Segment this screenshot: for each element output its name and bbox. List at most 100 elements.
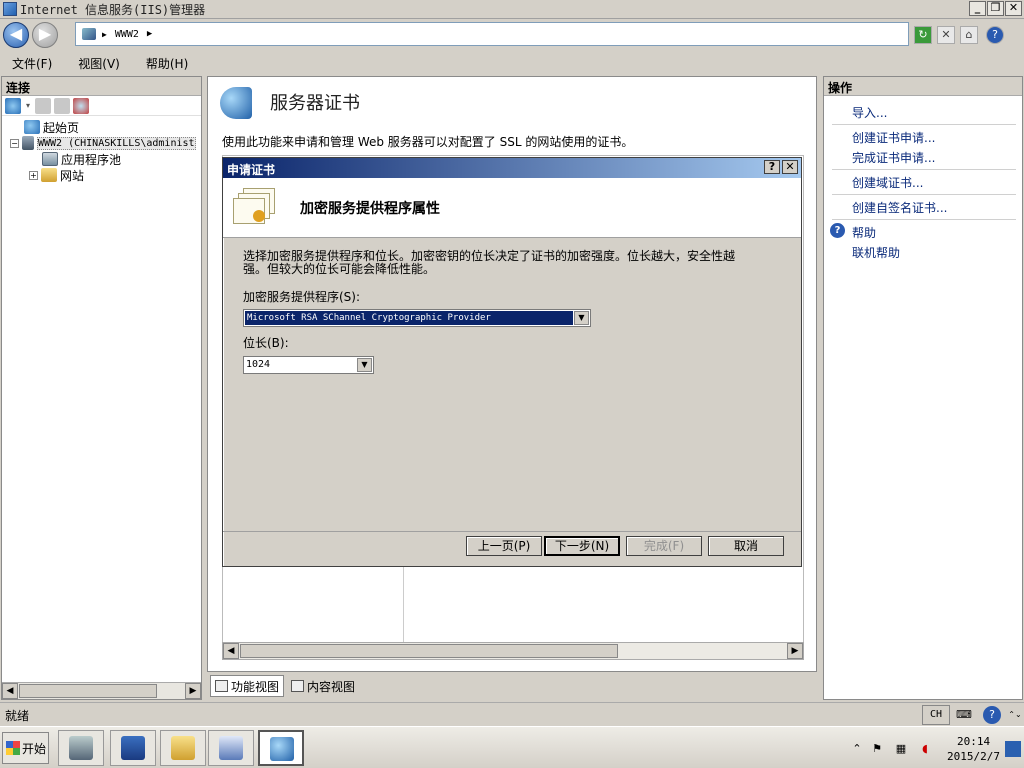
- tree-item-server[interactable]: − WWW2 (CHINASKILLS\administ: [2, 135, 201, 151]
- input-language-indicator[interactable]: CH: [922, 705, 950, 725]
- keyboard-icon[interactable]: ⌨: [955, 706, 973, 724]
- collapse-icon[interactable]: −: [10, 138, 19, 148]
- status-bar: 就绪 CH ⌨ ? ⌃⌄: [0, 702, 1024, 726]
- up-icon[interactable]: [54, 97, 70, 114]
- dialog-heading: 加密服务提供程序属性: [300, 201, 440, 217]
- scroll-right-icon[interactable]: ▶: [185, 683, 201, 699]
- options-icon[interactable]: ⌃⌄: [1006, 706, 1024, 724]
- finish-button[interactable]: 完成(F): [626, 536, 702, 556]
- next-button[interactable]: 下一步(N): [544, 536, 620, 556]
- dialog-titlebar: 申请证书 ? ✕: [223, 158, 801, 178]
- stop-icon[interactable]: ✕: [937, 26, 955, 44]
- dialog-body: 选择加密服务提供程序和位长。加密密钥的位长决定了证书的加密强度。位长越大，安全性…: [223, 238, 801, 528]
- help-dropdown-icon[interactable]: ?: [986, 26, 1004, 44]
- taskbar-iis-manager[interactable]: [258, 730, 304, 766]
- close-button[interactable]: ✕: [1005, 1, 1022, 16]
- action-complete-request[interactable]: 完成证书申请...: [852, 149, 935, 166]
- connections-tree: 起始页 − WWW2 (CHINASKILLS\administ 应用程序池 +…: [2, 116, 201, 183]
- previous-button[interactable]: 上一页(P): [466, 536, 542, 556]
- network-icon[interactable]: ▦: [893, 741, 909, 757]
- show-desktop-icon[interactable]: [1005, 741, 1021, 757]
- dialog-title: 申请证书: [227, 163, 276, 177]
- taskbar: 开始 ⌃ ⚑ ▦ ◖ 20:14 2015/2/7: [0, 726, 1024, 768]
- action-online-help[interactable]: 联机帮助: [852, 244, 900, 261]
- scroll-left-icon[interactable]: ◀: [223, 643, 239, 659]
- home-icon[interactable]: ⌂: [960, 26, 978, 44]
- actions-header: 操作: [824, 77, 1022, 96]
- action-import[interactable]: 导入...: [852, 104, 887, 121]
- taskbar-server-manager[interactable]: [58, 730, 104, 766]
- tree-item-start-page[interactable]: 起始页: [2, 119, 201, 135]
- start-button[interactable]: 开始: [2, 732, 49, 764]
- windows-logo-icon: [6, 741, 20, 755]
- disconnect-icon[interactable]: [73, 97, 89, 114]
- start-page-icon: [24, 120, 40, 134]
- help-icon[interactable]: ?: [983, 706, 1001, 724]
- bit-length-label: 位长(B):: [243, 336, 289, 350]
- menu-bar: 文件(F) 视图(V) 帮助(H): [0, 51, 1024, 75]
- action-help[interactable]: 帮助: [852, 224, 876, 241]
- divider: [832, 124, 1016, 125]
- address-crumb-www2[interactable]: WWW2: [115, 29, 139, 40]
- taskbar-explorer[interactable]: [160, 730, 206, 766]
- dialog-description: 选择加密服务提供程序和位长。加密密钥的位长决定了证书的加密强度。位长越大，安全性…: [243, 249, 736, 276]
- bit-length-select[interactable]: 1024 ▼: [243, 356, 374, 374]
- content-view-icon: [291, 680, 305, 692]
- connect-icon[interactable]: [5, 97, 21, 114]
- app-pool-icon: [42, 152, 58, 166]
- sites-folder-icon: [41, 168, 57, 182]
- dialog-help-button[interactable]: ?: [764, 160, 780, 174]
- tree-item-app-pools[interactable]: 应用程序池: [2, 151, 201, 167]
- provider-selected-value: Microsoft RSA SChannel Cryptographic Pro…: [245, 311, 573, 325]
- action-create-self-signed[interactable]: 创建自签名证书...: [852, 199, 947, 216]
- clock-date[interactable]: 2015/2/7: [947, 750, 1000, 763]
- scroll-left-icon[interactable]: ◀: [2, 683, 18, 699]
- tree-item-sites[interactable]: + 网站: [2, 167, 201, 183]
- chevron-down-icon[interactable]: ▾: [24, 98, 32, 114]
- request-certificate-dialog: 申请证书 ? ✕ 加密服务提供程序属性 选择加密服务提供程序和位长。加密密钥的位…: [222, 157, 802, 567]
- connections-header: 连接: [2, 77, 201, 96]
- scroll-thumb[interactable]: [19, 684, 157, 698]
- dialog-close-button[interactable]: ✕: [782, 160, 798, 174]
- address-separator[interactable]: ▶: [147, 29, 152, 39]
- feature-description: 使用此功能来申请和管理 Web 服务器可以对配置了 SSL 的网站使用的证书。: [222, 135, 634, 149]
- clock-time[interactable]: 20:14: [957, 735, 990, 748]
- feature-hscrollbar[interactable]: ◀ ▶: [222, 642, 804, 660]
- refresh-icon[interactable]: ↻: [914, 26, 932, 44]
- action-create-request[interactable]: 创建证书申请...: [852, 129, 935, 146]
- scroll-right-icon[interactable]: ▶: [787, 643, 803, 659]
- navigation-bar: ◀ ▶ ▶ WWW2 ▶ ↻ ✕ ⌂ ?: [0, 19, 1024, 51]
- provider-select[interactable]: Microsoft RSA SChannel Cryptographic Pro…: [243, 309, 591, 327]
- tab-content-view[interactable]: 内容视图: [286, 675, 361, 697]
- connections-pane: 连接 ▾ 起始页 − WWW2 (CHINASKILLS\administ 应用…: [1, 76, 202, 700]
- dialog-footer: 上一页(P) 下一步(N) 完成(F) 取消: [223, 531, 801, 567]
- forward-button[interactable]: ▶: [32, 22, 58, 48]
- certificate-icon: [233, 188, 279, 228]
- back-button[interactable]: ◀: [3, 22, 29, 48]
- server-certificates-icon: [220, 87, 252, 119]
- connections-hscrollbar[interactable]: ◀ ▶: [2, 682, 201, 699]
- taskbar-powershell[interactable]: [110, 730, 156, 766]
- save-icon[interactable]: [35, 97, 51, 114]
- divider: [832, 219, 1016, 220]
- show-hidden-icons-icon[interactable]: ⌃: [849, 741, 865, 757]
- chevron-down-icon[interactable]: ▼: [357, 358, 372, 372]
- scroll-thumb[interactable]: [240, 644, 618, 658]
- taskbar-app[interactable]: [208, 730, 254, 766]
- expand-icon[interactable]: +: [29, 170, 38, 180]
- menu-view[interactable]: 视图(V): [74, 53, 124, 74]
- minimize-button[interactable]: _: [969, 1, 986, 16]
- tab-features-view[interactable]: 功能视图: [210, 675, 285, 697]
- cancel-button[interactable]: 取消: [708, 536, 784, 556]
- action-center-flag-icon[interactable]: ⚑: [869, 741, 885, 757]
- address-bar[interactable]: ▶ WWW2 ▶: [75, 22, 909, 46]
- restore-button[interactable]: ❐: [987, 1, 1004, 16]
- action-create-domain-cert[interactable]: 创建域证书...: [852, 174, 923, 191]
- menu-help[interactable]: 帮助(H): [142, 53, 192, 74]
- help-icon: ?: [830, 223, 845, 238]
- volume-muted-icon[interactable]: ◖: [917, 741, 933, 757]
- features-view-icon: [215, 680, 228, 692]
- chevron-down-icon[interactable]: ▼: [574, 311, 589, 325]
- menu-file[interactable]: 文件(F): [8, 53, 56, 74]
- provider-label: 加密服务提供程序(S):: [243, 290, 361, 304]
